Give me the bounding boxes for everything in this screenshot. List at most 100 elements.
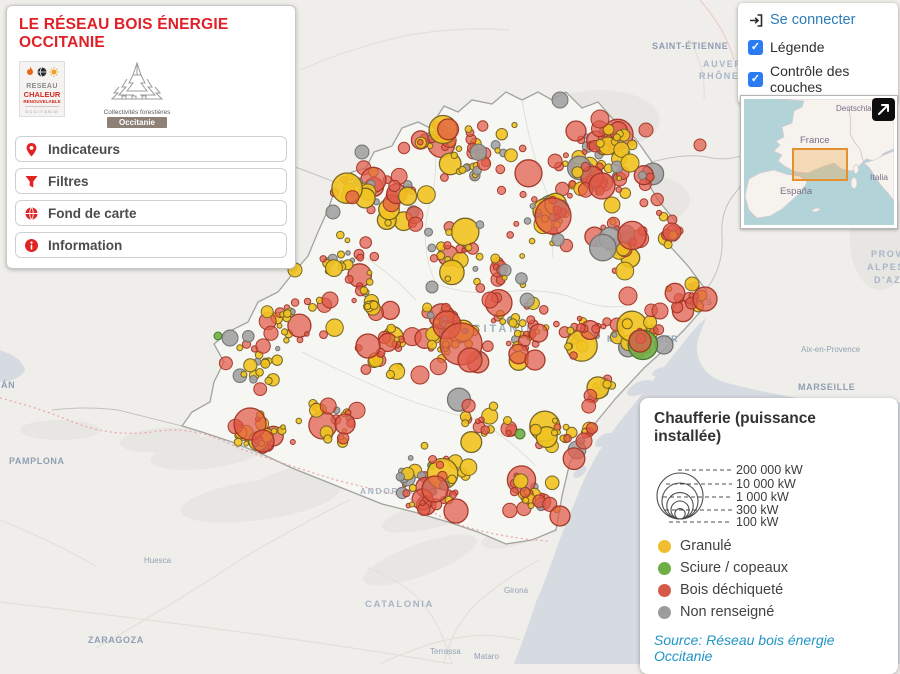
chaufferie-marker[interactable] [396, 473, 404, 481]
chaufferie-marker[interactable] [423, 303, 432, 312]
chaufferie-marker[interactable] [421, 442, 428, 449]
chaufferie-marker[interactable] [566, 121, 586, 141]
chaufferie-marker[interactable] [381, 301, 399, 319]
chaufferie-marker[interactable] [281, 425, 286, 430]
chaufferie-marker[interactable] [408, 456, 413, 461]
chaufferie-marker[interactable] [324, 435, 332, 443]
chaufferie-marker[interactable] [694, 139, 706, 151]
chaufferie-marker[interactable] [425, 228, 433, 236]
chaufferie-marker[interactable] [478, 121, 488, 131]
chaufferie-marker[interactable] [589, 173, 615, 199]
chaufferie-marker[interactable] [367, 270, 372, 275]
chaufferie-marker[interactable] [553, 418, 558, 423]
chaufferie-marker[interactable] [495, 148, 500, 153]
chaufferie-marker[interactable] [520, 293, 534, 307]
chaufferie-marker[interactable] [465, 126, 472, 133]
chaufferie-marker[interactable] [476, 221, 484, 229]
chaufferie-marker[interactable] [563, 424, 569, 430]
chaufferie-marker[interactable] [448, 475, 457, 484]
chaufferie-marker[interactable] [572, 167, 583, 178]
chaufferie-marker[interactable] [519, 320, 526, 327]
chaufferie-marker[interactable] [570, 352, 578, 360]
chaufferie-marker[interactable] [291, 299, 299, 307]
chaufferie-marker[interactable] [244, 359, 257, 372]
login-link[interactable]: Se connecter [748, 12, 888, 28]
chaufferie-marker[interactable] [284, 338, 289, 343]
chaufferie-marker[interactable] [356, 334, 380, 358]
chaufferie-marker[interactable] [326, 260, 343, 277]
chaufferie-marker[interactable] [515, 429, 525, 439]
chaufferie-marker[interactable] [360, 237, 372, 249]
chaufferie-marker[interactable] [616, 187, 622, 193]
chaufferie-marker[interactable] [612, 332, 617, 337]
chaufferie-marker[interactable] [657, 210, 662, 215]
chaufferie-marker[interactable] [663, 223, 681, 241]
chaufferie-marker[interactable] [525, 350, 545, 370]
chaufferie-marker[interactable] [427, 312, 434, 319]
chaufferie-marker[interactable] [409, 485, 416, 492]
legend-checkbox[interactable]: ✓ [748, 40, 763, 55]
chaufferie-marker[interactable] [462, 399, 475, 412]
chaufferie-marker[interactable] [665, 283, 685, 303]
inset-minimap[interactable]: Deutschland France España Italia [740, 95, 898, 229]
chaufferie-marker[interactable] [520, 487, 530, 497]
chaufferie-marker[interactable] [346, 251, 351, 256]
chaufferie-marker[interactable] [394, 337, 399, 342]
chaufferie-marker[interactable] [519, 145, 526, 152]
chaufferie-marker[interactable] [459, 166, 466, 173]
chaufferie-marker[interactable] [256, 369, 264, 377]
chaufferie-marker[interactable] [613, 134, 620, 141]
chaufferie-marker[interactable] [563, 448, 585, 470]
chaufferie-marker[interactable] [444, 499, 468, 523]
chaufferie-marker[interactable] [290, 440, 295, 445]
chaufferie-marker[interactable] [345, 275, 353, 283]
chaufferie-marker[interactable] [219, 357, 232, 370]
chaufferie-marker[interactable] [261, 359, 270, 368]
chaufferie-marker[interactable] [403, 490, 410, 497]
chaufferie-marker[interactable] [554, 321, 560, 327]
chaufferie-marker[interactable] [458, 348, 482, 372]
chaufferie-marker[interactable] [503, 503, 517, 517]
chaufferie-marker[interactable] [446, 229, 452, 235]
chaufferie-marker[interactable] [320, 256, 326, 262]
chaufferie-marker[interactable] [491, 254, 500, 263]
menu-item-indicateurs[interactable]: Indicateurs [15, 136, 287, 162]
chaufferie-marker[interactable] [357, 254, 364, 261]
chaufferie-marker[interactable] [261, 306, 273, 318]
chaufferie-marker[interactable] [505, 149, 518, 162]
chaufferie-marker[interactable] [237, 345, 243, 351]
chaufferie-marker[interactable] [297, 337, 303, 343]
chaufferie-marker[interactable] [499, 264, 511, 276]
chaufferie-marker[interactable] [428, 244, 436, 252]
chaufferie-marker[interactable] [532, 197, 538, 203]
chaufferie-marker[interactable] [276, 346, 280, 350]
chaufferie-marker[interactable] [514, 474, 528, 488]
chaufferie-marker[interactable] [389, 180, 400, 191]
chaufferie-marker[interactable] [568, 193, 573, 198]
chaufferie-marker[interactable] [582, 399, 596, 413]
legend-checkbox-row[interactable]: ✓ Légende [748, 39, 888, 55]
chaufferie-marker[interactable] [296, 418, 302, 424]
chaufferie-marker[interactable] [524, 218, 531, 225]
menu-item-filtres[interactable]: Filtres [15, 168, 287, 194]
chaufferie-marker[interactable] [567, 327, 574, 334]
chaufferie-marker[interactable] [685, 277, 699, 291]
chaufferie-marker[interactable] [481, 426, 490, 435]
chaufferie-marker[interactable] [552, 92, 568, 108]
chaufferie-marker[interactable] [277, 323, 282, 328]
chaufferie-marker[interactable] [586, 423, 597, 434]
chaufferie-marker[interactable] [466, 244, 472, 250]
menu-item-information[interactable]: Information [15, 232, 287, 258]
chaufferie-marker[interactable] [564, 435, 572, 443]
chaufferie-marker[interactable] [550, 506, 570, 526]
chaufferie-marker[interactable] [646, 173, 654, 181]
chaufferie-marker[interactable] [535, 198, 571, 234]
chaufferie-marker[interactable] [241, 371, 247, 377]
chaufferie-marker[interactable] [470, 144, 486, 160]
chaufferie-marker[interactable] [451, 152, 457, 158]
chaufferie-marker[interactable] [430, 255, 437, 262]
chaufferie-marker[interactable] [272, 355, 282, 365]
chaufferie-marker[interactable] [244, 441, 249, 446]
chaufferie-marker[interactable] [284, 310, 292, 318]
chaufferie-marker[interactable] [640, 199, 648, 207]
